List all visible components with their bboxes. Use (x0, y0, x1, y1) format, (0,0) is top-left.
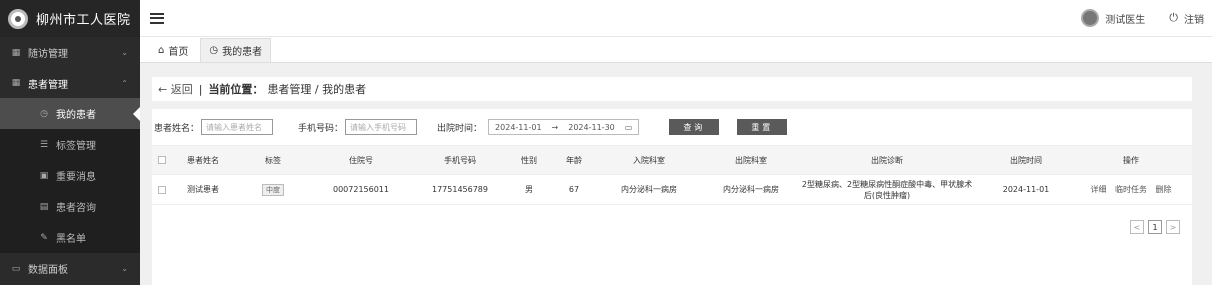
cell-age: 67 (568, 185, 580, 194)
column-header: 入院科室 (633, 155, 665, 165)
column-header: 出院时间 (1010, 155, 1042, 165)
name-label: 患者姓名： (154, 123, 200, 134)
list-icon: ☰ (39, 139, 49, 150)
sidebar-item-my-patients[interactable]: ◷ 我的患者 (0, 98, 140, 129)
sidebar-item-important-messages[interactable]: ▣ 重要消息 (0, 160, 140, 191)
breadcrumb-current-label: 当前位置： (208, 83, 264, 96)
chevron-down-icon: ⌄ (121, 48, 128, 57)
column-header: 住院号 (349, 155, 373, 165)
phone-input[interactable]: 请输入手机号码 (345, 119, 418, 135)
row-checkbox[interactable] (158, 185, 166, 194)
sidebar-item-data-panel[interactable]: ▭ 数据面板 ⌄ (0, 253, 140, 284)
grid-icon: ▦ (11, 47, 21, 58)
delete-link[interactable]: 删除 (1156, 185, 1172, 194)
top-header: 测试医生 ⏻ 注销 (140, 0, 1212, 37)
back-link[interactable]: ← 返回 (158, 81, 193, 97)
sidebar-item-label: 我的患者 (56, 110, 96, 121)
grid-icon: ▦ (11, 78, 21, 88)
prev-page-button[interactable]: < (1130, 220, 1144, 234)
sidebar-item-label: 黑名单 (56, 234, 86, 245)
cell-discharge-dept: 内分泌科一病房 (723, 185, 779, 194)
cell-diagnosis: 2型糖尿病、2型糖尿病性酮症酸中毒、甲状腺术后(良性肿瘤) (801, 179, 973, 200)
date-label: 出院时间： (437, 123, 483, 134)
tab-my-patients[interactable]: ◷ 我的患者 (200, 38, 272, 62)
clock-icon: ◷ (40, 108, 48, 119)
chevron-up-icon: ⌃ (121, 78, 128, 88)
monitor-icon: ▭ (11, 263, 21, 274)
chevron-down-icon: ⌄ (121, 264, 128, 273)
content-panel: 患者姓名： 请输入患者姓名 手机号码： 请输入手机号码 出院时间： 2024-1… (152, 109, 1192, 285)
date-start: 2024-11-01 (495, 122, 542, 132)
sidebar-item-blacklist[interactable]: ✎ 黑名单 (0, 222, 140, 253)
phone-icon: ▤ (39, 201, 49, 212)
sidebar-item-label: 患者咨询 (56, 203, 96, 214)
cell-actions: 详细 临时任务 删除 (1076, 184, 1186, 195)
column-header: 操作 (1123, 155, 1139, 165)
table-header: 患者姓名 标签 住院号 手机号码 性别 年龄 入院科室 出院科室 出院诊断 出院… (152, 145, 1192, 175)
cell-gender: 男 (525, 185, 533, 194)
sidebar-item-label: 随访管理 (28, 49, 68, 60)
menu-toggle-icon[interactable] (150, 12, 164, 24)
app-title: 柳州市工人医院 (36, 13, 131, 28)
sidebar-submenu: ◷ 我的患者 ☰ 标签管理 ▣ 重要消息 ▤ 患者咨询 ✎ 黑名单 (0, 98, 140, 253)
select-all-checkbox[interactable] (158, 156, 166, 164)
sidebar-item-tag-management[interactable]: ☰ 标签管理 (0, 129, 140, 160)
date-end: 2024-11-30 (568, 122, 615, 132)
user-name[interactable]: 测试医生 (1105, 11, 1145, 26)
cell-phone: 17751456789 (432, 185, 488, 194)
next-page-button[interactable]: > (1166, 220, 1180, 234)
reset-button[interactable]: 重置 (737, 119, 788, 135)
sidebar-item-label: 数据面板 (28, 265, 68, 276)
breadcrumb: ← 返回 | 当前位置： 患者管理 / 我的患者 (152, 77, 1192, 101)
sidebar-item-label: 标签管理 (56, 141, 96, 152)
tab-bar: ⌂ 首页 ◷ 我的患者 (140, 37, 1212, 63)
cell-tag: 中度 (240, 183, 306, 196)
home-icon: ⌂ (158, 44, 165, 56)
sidebar-item-label: 患者管理 (28, 79, 68, 91)
message-icon: ▣ (39, 170, 49, 181)
breadcrumb-path: 患者管理 / 我的患者 (267, 83, 367, 96)
tab-home[interactable]: ⌂ 首页 (150, 38, 196, 62)
hospital-emblem-icon (8, 8, 28, 29)
detail-link[interactable]: 详细 (1090, 185, 1106, 194)
filter-bar: 患者姓名： 请输入患者姓名 手机号码： 请输入手机号码 出院时间： 2024-1… (152, 109, 1192, 145)
tab-label: 首页 (168, 46, 189, 58)
date-separator: → (551, 122, 559, 132)
column-header: 出院诊断 (871, 155, 903, 165)
app-logo: 柳州市工人医院 (0, 0, 140, 37)
column-header: 出院科室 (735, 155, 767, 165)
column-header: 标签 (265, 155, 281, 165)
table-row: 测试患者 中度 00072156011 17751456789 男 67 内分泌… (152, 175, 1192, 205)
clock-icon: ◷ (209, 45, 219, 56)
sidebar-item-label: 重要消息 (56, 172, 96, 183)
sidebar-item-patients[interactable]: ▦ 患者管理 ⌃ (0, 68, 140, 98)
cell-name: 测试患者 (187, 185, 219, 194)
temp-task-link[interactable]: 临时任务 (1115, 185, 1147, 194)
sidebar: 柳州市工人医院 ▦ 随访管理 ⌄ ▦ 患者管理 ⌃ ◷ 我的患者 ☰ 标签管理 … (0, 0, 140, 285)
discharge-date-range[interactable]: 2024-11-01 → 2024-11-30 ▭ (488, 119, 640, 135)
edit-icon: ✎ (40, 232, 48, 243)
sidebar-item-followup[interactable]: ▦ 随访管理 ⌄ (0, 37, 140, 68)
column-header: 年龄 (566, 155, 582, 165)
avatar[interactable] (1081, 9, 1100, 27)
cell-inpatient-no: 00072156011 (333, 185, 389, 194)
patient-name-input[interactable]: 请输入患者姓名 (201, 119, 274, 135)
cell-discharge-date: 2024-11-01 (1002, 185, 1050, 194)
user-area: 测试医生 ⏻ 注销 (1081, 9, 1212, 27)
column-header: 手机号码 (444, 155, 476, 165)
page-number-button[interactable]: 1 (1148, 220, 1162, 234)
phone-label: 手机号码： (298, 123, 344, 134)
breadcrumb-divider: | (198, 82, 203, 96)
tab-label: 我的患者 (222, 47, 263, 58)
status-badge: 中度 (262, 183, 284, 196)
column-header: 性别 (521, 155, 537, 165)
query-button[interactable]: 查询 (669, 119, 720, 135)
pagination: < 1 > (1130, 220, 1180, 234)
cell-admit-dept: 内分泌科一病房 (621, 185, 677, 194)
sidebar-item-consultation[interactable]: ▤ 患者咨询 (0, 191, 140, 222)
logout-icon[interactable]: ⏻ (1169, 11, 1178, 25)
column-header: 患者姓名 (187, 155, 219, 165)
logout-button[interactable]: 注销 (1184, 11, 1204, 26)
calendar-icon: ▭ (624, 122, 633, 132)
